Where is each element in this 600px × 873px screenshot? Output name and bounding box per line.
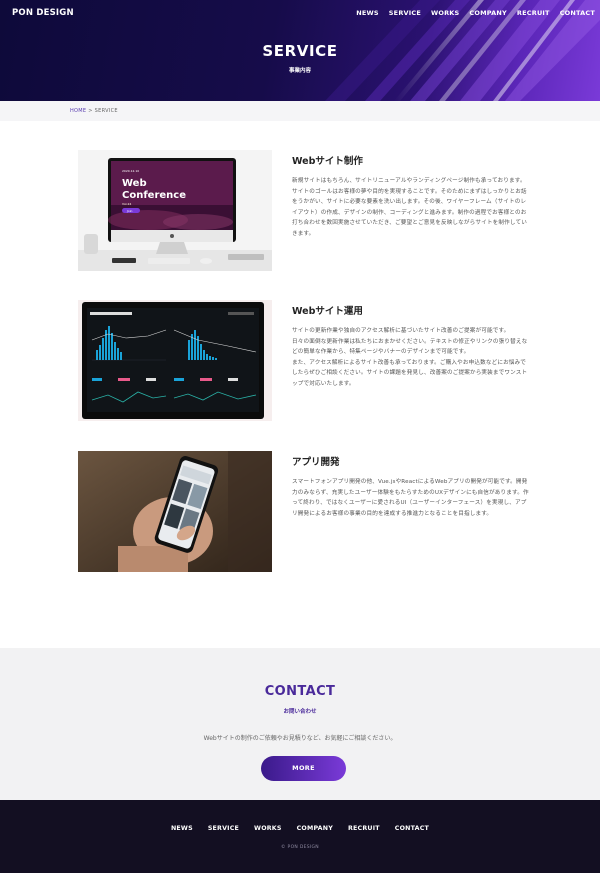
screen-button: Join (126, 209, 133, 213)
screen-sub: Vol.24 (122, 202, 131, 206)
footer-nav-item-service[interactable]: SERVICE (208, 825, 239, 832)
page-title: SERVICE (262, 42, 338, 60)
screen-heading-line1: Web (122, 178, 147, 189)
contact-text: Webサイトの制作のご依頼やお見積りなど、お気軽にご相談ください。 (203, 735, 397, 742)
service-item-web-production: 2020.12.10 Web Conference Vol.24 Join We… (78, 150, 533, 271)
breadcrumb-home-link[interactable]: HOME (70, 108, 86, 114)
smartphone-in-hand-photo (78, 451, 272, 572)
page-subtitle: 事業内容 (288, 68, 311, 74)
contact-more-button[interactable]: MORE (261, 756, 346, 781)
service-description: サイトの更新作業や独自のアクセス解析に基づいたサイト改善のご提案が可能です。 日… (292, 328, 528, 387)
contact-subtitle: お問い合わせ (283, 709, 317, 715)
footer-nav-item-recruit[interactable]: RECRUIT (348, 825, 380, 832)
copyright: © PON DESIGN (281, 845, 319, 850)
nav-item-service[interactable]: SERVICE (389, 9, 421, 17)
nav-item-works[interactable]: WORKS (431, 9, 459, 17)
nav-item-contact[interactable]: CONTACT (560, 9, 595, 17)
service-title: Webサイト制作 (292, 156, 363, 167)
service-description: スマートフォンアプリ開発の他、Vue.jsやReactによるWebアプリの開発が… (292, 479, 529, 517)
contact-title: CONTACT (264, 684, 336, 699)
footer-nav-item-company[interactable]: COMPANY (297, 825, 333, 832)
footer-nav-item-works[interactable]: WORKS (254, 825, 282, 832)
contact-section: CONTACT お問い合わせ Webサイトの制作のご依頼やお見積りなど、お気軽に… (0, 648, 600, 800)
service-description: 新規サイトはもちろん、サイトリニューアルやランディングページ制作も承っております… (292, 178, 527, 237)
footer-nav: NEWS SERVICE WORKS COMPANY RECRUIT CONTA… (0, 825, 600, 832)
nav-item-news[interactable]: NEWS (356, 9, 379, 17)
site-footer: NEWS SERVICE WORKS COMPANY RECRUIT CONTA… (0, 800, 600, 873)
breadcrumb-separator: > (88, 108, 93, 114)
breadcrumb-current: SERVICE (94, 108, 118, 114)
nav-item-company[interactable]: COMPANY (469, 9, 507, 17)
screen-date: 2020.12.10 (122, 169, 139, 173)
imac-web-conference-image: 2020.12.10 Web Conference Vol.24 Join (78, 150, 272, 271)
site-logo[interactable]: PON DESIGN (12, 8, 74, 18)
service-title: Webサイト運用 (292, 306, 363, 317)
smartphone-in-hand-image (78, 451, 272, 572)
hero-header: PON DESIGN NEWS SERVICE WORKS COMPANY RE… (0, 0, 600, 101)
global-nav: NEWS SERVICE WORKS COMPANY RECRUIT CONTA… (356, 9, 595, 17)
service-item-app-development: アプリ開発 スマートフォンアプリ開発の他、Vue.jsやReactによるWebア… (78, 451, 533, 572)
breadcrumb: HOME > SERVICE (0, 101, 600, 121)
footer-nav-item-news[interactable]: NEWS (171, 825, 193, 832)
service-item-web-operation: Webサイト運用 サイトの更新作業や独自のアクセス解析に基づいたサイト改善のご提… (78, 300, 533, 421)
nav-item-recruit[interactable]: RECRUIT (517, 9, 550, 17)
screen-heading-line2: Conference (122, 190, 186, 201)
analytics-dashboard-photo (78, 300, 272, 421)
service-title: アプリ開発 (292, 457, 340, 468)
footer-nav-item-contact[interactable]: CONTACT (395, 825, 429, 832)
imac-web-conference-photo: 2020.12.10 Web Conference Vol.24 Join (78, 150, 272, 271)
analytics-dashboard-image (78, 300, 272, 421)
